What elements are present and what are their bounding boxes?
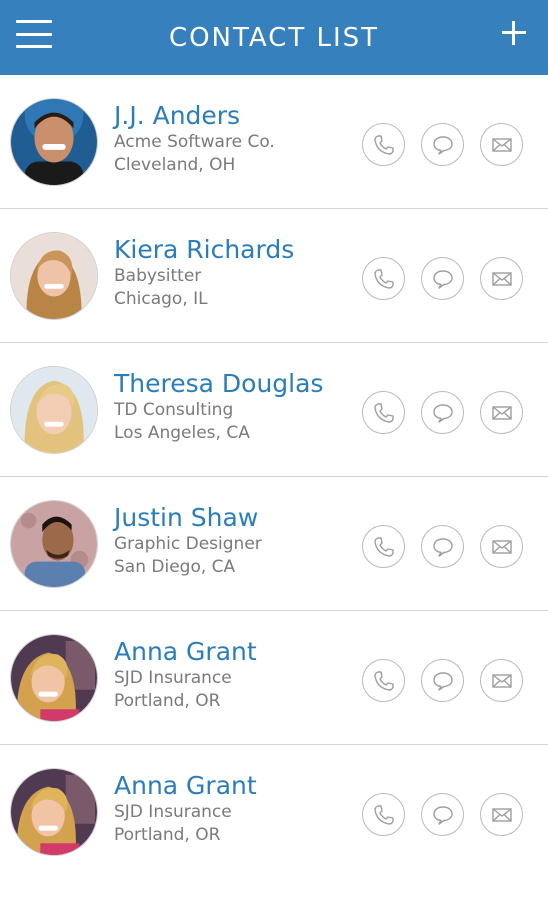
contact-actions — [362, 525, 523, 568]
call-button[interactable] — [362, 391, 405, 434]
message-button[interactable] — [421, 525, 464, 568]
contact-info: J.J. Anders Acme Software Co. Cleveland,… — [114, 101, 275, 177]
app-header: CONTACT LIST — [0, 0, 548, 75]
avatar[interactable] — [10, 500, 98, 588]
message-button[interactable] — [421, 257, 464, 300]
avatar-photo-icon — [11, 99, 97, 185]
avatar-photo-icon — [11, 635, 97, 721]
contact-location: Cleveland, OH — [114, 155, 236, 175]
contact-actions — [362, 793, 523, 836]
chat-bubble-icon — [432, 671, 453, 691]
page-title: CONTACT LIST — [168, 22, 380, 53]
avatar[interactable] — [10, 634, 98, 722]
avatar[interactable] — [10, 366, 98, 454]
contact-location: Portland, OR — [114, 691, 221, 711]
contact-location: Chicago, IL — [114, 289, 208, 309]
contact-location: Portland, OR — [114, 825, 221, 845]
chat-bubble-icon — [432, 537, 453, 557]
contact-row[interactable]: Justin Shaw Graphic Designer San Diego, … — [0, 477, 548, 611]
hamburger-icon — [16, 20, 52, 23]
contact-actions — [362, 123, 523, 166]
message-button[interactable] — [421, 659, 464, 702]
avatar-photo-icon — [11, 233, 97, 319]
call-button[interactable] — [362, 659, 405, 702]
menu-button[interactable] — [16, 20, 52, 48]
envelope-icon — [491, 271, 512, 286]
phone-icon — [373, 134, 394, 155]
contact-row[interactable]: Anna Grant SJD Insurance Portland, OR — [0, 611, 548, 745]
contact-info: Anna Grant SJD Insurance Portland, OR — [114, 637, 257, 713]
contact-name[interactable]: Justin Shaw — [114, 503, 262, 533]
email-button[interactable] — [480, 391, 523, 434]
avatar-photo-icon — [11, 367, 97, 453]
contact-company: Babysitter — [114, 266, 202, 286]
contact-company: Acme Software Co. — [114, 132, 275, 152]
call-button[interactable] — [362, 793, 405, 836]
chat-bubble-icon — [432, 805, 453, 825]
chat-bubble-icon — [432, 135, 453, 155]
avatar-photo-icon — [11, 769, 97, 855]
contact-list: J.J. Anders Acme Software Co. Cleveland,… — [0, 75, 548, 879]
phone-icon — [373, 804, 394, 825]
email-button[interactable] — [480, 793, 523, 836]
avatar[interactable] — [10, 98, 98, 186]
chat-bubble-icon — [432, 403, 453, 423]
contact-company: SJD Insurance — [114, 668, 232, 688]
contact-actions — [362, 257, 523, 300]
contact-name[interactable]: Kiera Richards — [114, 235, 294, 265]
message-button[interactable] — [421, 793, 464, 836]
avatar-photo-icon — [11, 501, 97, 587]
contact-info: Anna Grant SJD Insurance Portland, OR — [114, 771, 257, 847]
email-button[interactable] — [480, 257, 523, 300]
envelope-icon — [491, 137, 512, 152]
contact-row[interactable]: Anna Grant SJD Insurance Portland, OR — [0, 745, 548, 879]
contact-name[interactable]: Anna Grant — [114, 637, 257, 667]
phone-icon — [373, 268, 394, 289]
contact-name[interactable]: J.J. Anders — [114, 101, 275, 131]
message-button[interactable] — [421, 123, 464, 166]
add-contact-button[interactable] — [502, 21, 526, 45]
envelope-icon — [491, 405, 512, 420]
envelope-icon — [491, 539, 512, 554]
contact-actions — [362, 659, 523, 702]
contact-actions — [362, 391, 523, 434]
contact-row[interactable]: J.J. Anders Acme Software Co. Cleveland,… — [0, 75, 548, 209]
email-button[interactable] — [480, 123, 523, 166]
email-button[interactable] — [480, 659, 523, 702]
contact-company: TD Consulting — [114, 400, 234, 420]
phone-icon — [373, 402, 394, 423]
phone-icon — [373, 536, 394, 557]
phone-icon — [373, 670, 394, 691]
contact-company: SJD Insurance — [114, 802, 232, 822]
chat-bubble-icon — [432, 269, 453, 289]
avatar[interactable] — [10, 768, 98, 856]
envelope-icon — [491, 807, 512, 822]
contact-location: San Diego, CA — [114, 557, 236, 577]
avatar[interactable] — [10, 232, 98, 320]
contact-info: Kiera Richards Babysitter Chicago, IL — [114, 235, 294, 311]
message-button[interactable] — [421, 391, 464, 434]
envelope-icon — [491, 673, 512, 688]
contact-info: Justin Shaw Graphic Designer San Diego, … — [114, 503, 262, 579]
contact-info: Theresa Douglas TD Consulting Los Angele… — [114, 369, 323, 445]
contact-row[interactable]: Kiera Richards Babysitter Chicago, IL — [0, 209, 548, 343]
contact-company: Graphic Designer — [114, 534, 262, 554]
contact-name[interactable]: Theresa Douglas — [114, 369, 323, 399]
contact-name[interactable]: Anna Grant — [114, 771, 257, 801]
call-button[interactable] — [362, 257, 405, 300]
call-button[interactable] — [362, 525, 405, 568]
contact-location: Los Angeles, CA — [114, 423, 250, 443]
contact-row[interactable]: Theresa Douglas TD Consulting Los Angele… — [0, 343, 548, 477]
call-button[interactable] — [362, 123, 405, 166]
email-button[interactable] — [480, 525, 523, 568]
